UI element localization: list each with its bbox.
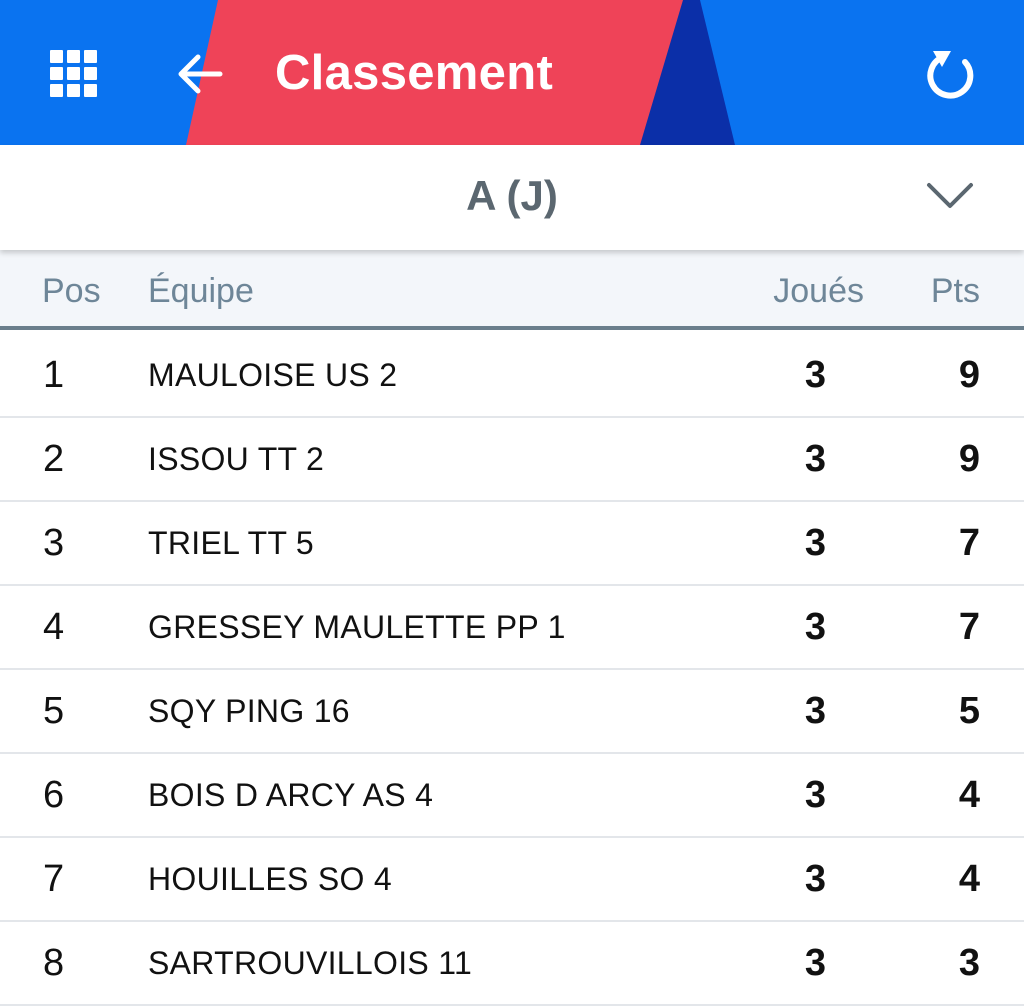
row-position: 3 bbox=[43, 522, 65, 564]
table-row[interactable]: 8 SARTROUVILLOIS 11 3 3 bbox=[0, 922, 1024, 1006]
row-team: HOUILLES SO 4 bbox=[148, 861, 392, 897]
table-row[interactable]: 7 HOUILLES SO 4 3 4 bbox=[0, 838, 1024, 922]
row-played: 3 bbox=[804, 522, 826, 564]
row-position: 5 bbox=[43, 690, 65, 732]
row-team: BOIS D ARCY AS 4 bbox=[148, 777, 434, 813]
arrow-left-icon[interactable] bbox=[176, 52, 224, 96]
row-position: 7 bbox=[43, 858, 65, 900]
row-played: 3 bbox=[804, 438, 826, 480]
table-row[interactable]: 3 TRIEL TT 5 3 7 bbox=[0, 502, 1024, 586]
row-points: 4 bbox=[958, 858, 980, 900]
page-title: Classement bbox=[275, 46, 554, 100]
standings-table: 1 MAULOISE US 2 3 9 2 ISSOU TT 2 3 9 3 T… bbox=[0, 334, 1024, 1006]
row-position: 2 bbox=[43, 438, 65, 480]
row-team: MAULOISE US 2 bbox=[148, 357, 398, 393]
row-team: ISSOU TT 2 bbox=[148, 441, 325, 477]
table-row[interactable]: 6 BOIS D ARCY AS 4 3 4 bbox=[0, 754, 1024, 838]
column-header-pts: Pts bbox=[930, 272, 980, 310]
row-team: TRIEL TT 5 bbox=[148, 525, 315, 561]
column-header-pos: Pos bbox=[42, 272, 101, 310]
row-team: GRESSEY MAULETTE PP 1 bbox=[148, 609, 566, 645]
row-played: 3 bbox=[804, 942, 826, 984]
row-played: 3 bbox=[804, 774, 826, 816]
row-position: 4 bbox=[43, 606, 65, 648]
table-row[interactable]: 4 GRESSEY MAULETTE PP 1 3 7 bbox=[0, 586, 1024, 670]
table-header: Pos Équipe Joués Pts bbox=[0, 250, 1024, 330]
row-position: 1 bbox=[43, 354, 65, 396]
group-selector[interactable]: A (J) bbox=[0, 145, 1024, 250]
table-row[interactable]: 1 MAULOISE US 2 3 9 bbox=[0, 334, 1024, 418]
grid-menu-icon[interactable] bbox=[50, 50, 97, 97]
table-row[interactable]: 5 SQY PING 16 3 5 bbox=[0, 670, 1024, 754]
row-played: 3 bbox=[804, 354, 826, 396]
row-points: 7 bbox=[958, 606, 980, 648]
row-played: 3 bbox=[804, 606, 826, 648]
refresh-icon[interactable] bbox=[924, 48, 976, 100]
row-points: 5 bbox=[958, 690, 980, 732]
row-team: SARTROUVILLOIS 11 bbox=[148, 945, 473, 981]
row-points: 3 bbox=[958, 942, 980, 984]
row-played: 3 bbox=[804, 690, 826, 732]
row-points: 9 bbox=[958, 354, 980, 396]
row-position: 6 bbox=[43, 774, 65, 816]
column-header-team: Équipe bbox=[148, 272, 254, 310]
table-row[interactable]: 2 ISSOU TT 2 3 9 bbox=[0, 418, 1024, 502]
group-selector-value: A (J) bbox=[466, 172, 558, 219]
row-points: 4 bbox=[958, 774, 980, 816]
row-points: 7 bbox=[958, 522, 980, 564]
row-position: 8 bbox=[43, 942, 65, 984]
row-team: SQY PING 16 bbox=[148, 693, 350, 729]
chevron-down-icon[interactable] bbox=[926, 180, 974, 210]
row-played: 3 bbox=[804, 858, 826, 900]
row-points: 9 bbox=[958, 438, 980, 480]
column-header-played: Joués bbox=[773, 272, 864, 310]
app-bar: Classement bbox=[0, 0, 1024, 145]
